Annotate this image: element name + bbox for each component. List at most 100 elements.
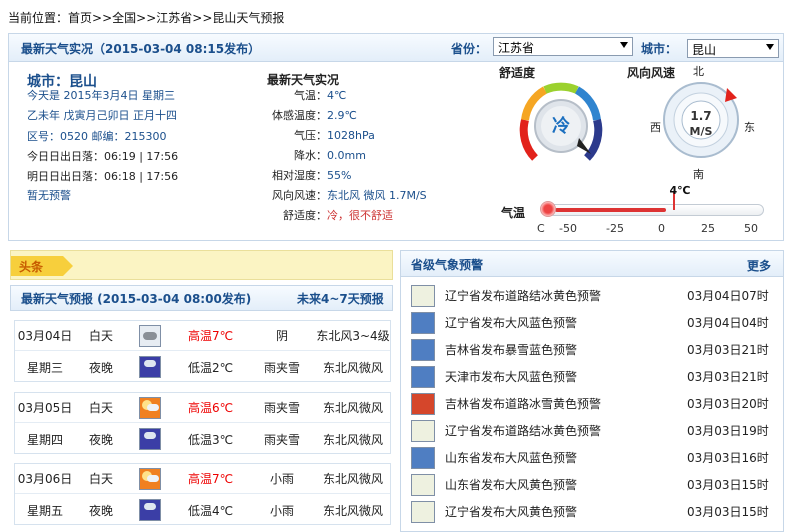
cloudy-weather-icon xyxy=(139,324,161,347)
alert-text: 吉林省发布道路冰雪黄色预警 xyxy=(445,397,602,411)
forecast-weekday: 星期四 xyxy=(26,432,63,447)
forecast-period: 白天 xyxy=(88,401,113,415)
tomorrow-sunrise-sunset: 明日日出日落：06:18 | 17:56 xyxy=(27,170,179,183)
forecast-wind: 东北风微风 xyxy=(322,432,383,447)
obs-row-temperature: 气温： 4℃ xyxy=(247,85,447,105)
obs-value: 0.0mm xyxy=(327,148,366,162)
temp-tick: -50 xyxy=(559,222,577,235)
provincial-alerts-panel: 省级气象预警 更多 辽宁省发布道路结冰黄色预警 03月04日07时 辽宁省发布大风… xyxy=(400,250,784,532)
forecast-date: 03月05日 xyxy=(17,401,73,415)
forecast-low-temp: 低温2℃ xyxy=(187,360,234,375)
alert-item[interactable]: 天津市发布大风蓝色预警 03月03日21时 xyxy=(411,363,775,390)
forecast-high-temp: 高温7℃ xyxy=(187,472,234,486)
light-rain-night-weather-icon xyxy=(139,499,161,521)
alert-text: 吉林省发布暴雪蓝色预警 xyxy=(445,343,578,357)
breadcrumb-home-link[interactable]: 首页 xyxy=(68,11,92,25)
wind-west-label: 西 xyxy=(650,121,661,134)
forecast-weather: 雨夹雪 xyxy=(263,432,300,447)
area-codes: 区号：0520 邮编：215300 xyxy=(27,130,167,143)
alert-time: 03月03日15时 xyxy=(687,505,769,519)
alerts-title: 省级气象预警 xyxy=(411,258,484,272)
warning-status: 暂无预警 xyxy=(27,189,71,202)
forecast-4-7-day-link[interactable]: 未来4~7天预报 xyxy=(297,290,384,307)
temp-tick: 25 xyxy=(701,222,715,235)
forecast-day-card: 03月06日 白天 高温7℃ 小雨 东北风微风 星期五 夜晚 低温4℃ 小雨 东… xyxy=(14,463,391,525)
forecast-night-row: 星期四 夜晚 低温3℃ 雨夹雪 东北风微风 xyxy=(15,424,390,454)
alert-time: 03月03日15时 xyxy=(687,478,769,492)
forecast-low-temp: 低温3℃ xyxy=(187,432,234,447)
forecast-low-temp: 低温4℃ xyxy=(187,503,234,518)
road-snow-ice-warning-icon xyxy=(411,392,435,415)
alert-text: 山东省发布大风黄色预警 xyxy=(445,478,578,492)
breadcrumb-province-link[interactable]: 江苏省 xyxy=(156,11,192,25)
temp-ticks: C -50 -25 0 25 50 xyxy=(537,222,769,236)
breadcrumb-current-page: 昆山天气预报 xyxy=(212,11,285,25)
alert-item[interactable]: 辽宁省发布大风黄色预警 03月03日15时 xyxy=(411,498,775,525)
today-sunrise-sunset: 今日日出日落：06:19 | 17:56 xyxy=(27,150,179,163)
breadcrumb: 当前位置：首页>>全国>>江苏省>>昆山天气预报 xyxy=(8,9,284,26)
city-label: 城市： xyxy=(641,42,678,56)
chevron-down-icon xyxy=(766,44,774,50)
alert-item[interactable]: 吉林省发布暴雪蓝色预警 03月03日21时 xyxy=(411,336,775,363)
province-label: 省份： xyxy=(451,42,488,56)
alert-text: 辽宁省发布大风蓝色预警 xyxy=(445,316,578,330)
obs-key: 降水： xyxy=(294,149,327,162)
realtime-panel: 最新天气实况（2015-03-04 08:15发布） 省份： 江苏省 城市： 昆… xyxy=(8,33,784,241)
forecast-day-card: 03月04日 白天 高温7℃ 阴 东北风3~4级 星期三 夜晚 低温2℃ 雨夹雪… xyxy=(14,320,391,382)
forecast-wind: 东北风微风 xyxy=(322,401,383,415)
obs-row-wind: 风向风速： 东北风 微风 1.7M/S xyxy=(247,185,447,205)
alert-time: 03月04日07时 xyxy=(687,289,769,303)
forecast-period: 白天 xyxy=(88,472,113,486)
gale-yellow-warning-icon xyxy=(411,473,435,496)
today-date: 今天是 2015年3月4日 星期三 xyxy=(27,89,175,102)
forecast-night-row: 星期三 夜晚 低温2℃ 雨夹雪 东北风微风 xyxy=(15,352,390,382)
sleet-weather-icon xyxy=(139,428,161,450)
forecast-weekday: 星期三 xyxy=(26,360,63,375)
forecast-period: 白天 xyxy=(88,329,113,343)
alert-item[interactable]: 辽宁省发布大风蓝色预警 03月04日04时 xyxy=(411,309,775,336)
province-select[interactable]: 江苏省 xyxy=(493,37,633,56)
forecast-period: 夜晚 xyxy=(88,360,113,375)
road-icing-yellow-warning-icon xyxy=(411,284,435,307)
obs-value: 冷，很不舒适 xyxy=(327,209,393,222)
obs-row-pressure: 气压： 1028hPa xyxy=(247,125,447,145)
alert-time: 03月04日04时 xyxy=(687,316,769,330)
road-icing-yellow-warning-icon xyxy=(411,419,435,442)
breadcrumb-country-link[interactable]: 全国 xyxy=(112,11,136,25)
wind-speed: 1.7 xyxy=(690,109,712,123)
forecast-header: 最新天气预报 (2015-03-04 08:00发布) 未来4~7天预报 xyxy=(10,285,393,311)
alert-item[interactable]: 山东省发布大风蓝色预警 03月03日16时 xyxy=(411,444,775,471)
realtime-panel-header: 最新天气实况（2015-03-04 08:15发布） 省份： 江苏省 城市： 昆… xyxy=(9,34,783,62)
wind-south-label: 南 xyxy=(693,168,704,181)
blizzard-blue-warning-icon xyxy=(411,338,435,361)
alert-time: 03月03日20时 xyxy=(687,397,769,411)
alert-item[interactable]: 山东省发布大风黄色预警 03月03日15时 xyxy=(411,471,775,498)
forecast-period: 夜晚 xyxy=(88,503,113,518)
alert-item[interactable]: 辽宁省发布道路结冰黄色预警 03月04日07时 xyxy=(411,282,775,309)
temp-value: 4℃ xyxy=(669,184,691,197)
obs-value: 2.9℃ xyxy=(327,108,357,122)
forecast-period: 夜晚 xyxy=(88,432,113,447)
forecast-date: 03月06日 xyxy=(17,472,73,486)
alert-time: 03月03日21时 xyxy=(687,370,769,384)
obs-row-humidity: 相对湿度： 55% xyxy=(247,165,447,185)
forecast-weather: 阴 xyxy=(275,329,288,343)
breadcrumb-separator: >> xyxy=(192,11,213,25)
alert-time: 03月03日16时 xyxy=(687,451,769,465)
temp-bar-fill xyxy=(555,208,667,212)
gale-yellow-warning-icon xyxy=(411,500,435,523)
alert-item[interactable]: 辽宁省发布道路结冰黄色预警 03月03日19时 xyxy=(411,417,775,444)
forecast-weather: 小雨 xyxy=(269,472,294,486)
alert-item[interactable]: 吉林省发布道路冰雪黄色预警 03月03日20时 xyxy=(411,390,775,417)
obs-key: 相对湿度： xyxy=(272,169,327,182)
gale-blue-warning-icon xyxy=(411,311,435,334)
city-select[interactable]: 昆山 xyxy=(687,39,779,58)
alerts-more-link[interactable]: 更多 xyxy=(747,257,771,274)
forecast-wind: 东北风3~4级 xyxy=(316,329,390,343)
obs-row-precipitation: 降水： 0.0mm xyxy=(247,145,447,165)
alert-text: 天津市发布大风蓝色预警 xyxy=(445,370,578,384)
alert-text: 辽宁省发布道路结冰黄色预警 xyxy=(445,424,602,438)
forecast-high-temp: 高温7℃ xyxy=(187,329,234,343)
breadcrumb-separator: >> xyxy=(92,11,113,25)
forecast-wind: 东北风微风 xyxy=(322,360,383,375)
